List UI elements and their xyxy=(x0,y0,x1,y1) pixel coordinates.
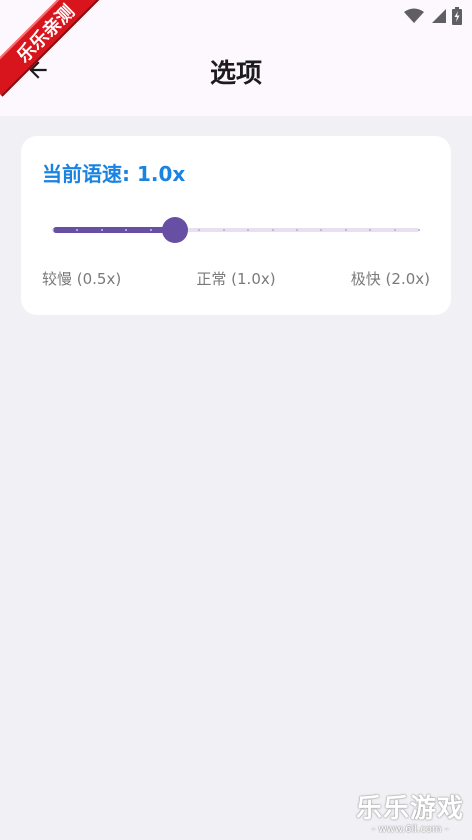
speech-rate-slider[interactable] xyxy=(52,217,420,243)
slider-track-active xyxy=(53,227,175,233)
label-fast: 极快 (2.0x) xyxy=(350,269,430,288)
slider-tick xyxy=(149,229,152,231)
slider-tick xyxy=(393,229,396,231)
watermark: 乐乐游戏 - www.6ll.com - xyxy=(356,794,464,836)
slider-tick xyxy=(100,229,103,231)
current-speed-label: 当前语速: 1.0x xyxy=(42,162,186,186)
watermark-url: - www.6ll.com - xyxy=(371,824,449,835)
speech-rate-card: 当前语速: 1.0x 较慢 (0.5x) 正常 (1.0x) 极快 (2.0x) xyxy=(21,136,451,315)
battery-icon xyxy=(452,7,462,29)
slider-thumb[interactable] xyxy=(162,217,188,243)
label-slow: 较慢 (0.5x) xyxy=(42,269,122,288)
speed-range-labels: 较慢 (0.5x) 正常 (1.0x) 极快 (2.0x) xyxy=(42,267,430,289)
slider-tick xyxy=(271,229,274,231)
label-normal: 正常 (1.0x) xyxy=(196,269,276,288)
signal-icon xyxy=(430,8,446,28)
badge-ribbon-container: 乐乐亲测 xyxy=(0,0,110,110)
watermark-logo: 乐乐游戏 xyxy=(355,794,464,824)
slider-tick xyxy=(222,229,225,231)
slider-tick xyxy=(418,229,420,231)
slider-tick xyxy=(344,229,347,231)
test-badge-ribbon: 乐乐亲测 xyxy=(0,0,109,97)
status-icons xyxy=(404,7,462,29)
slider-tick xyxy=(296,229,298,231)
wifi-icon xyxy=(404,8,424,28)
slider-tick xyxy=(52,229,54,231)
